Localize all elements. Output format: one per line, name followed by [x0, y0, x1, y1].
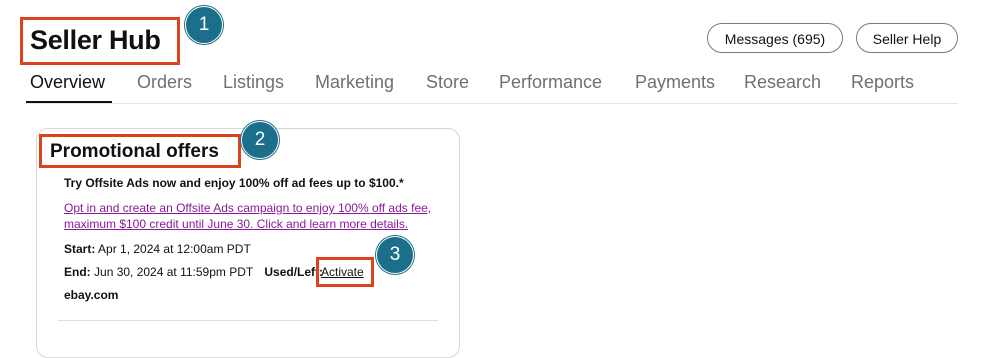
tabs-divider	[26, 103, 958, 104]
tab-store[interactable]: Store	[426, 72, 469, 93]
tab-research[interactable]: Research	[744, 72, 821, 93]
step-marker-3: 3	[376, 236, 414, 274]
tab-listings[interactable]: Listings	[223, 72, 284, 93]
highlight-box-card-title	[39, 134, 241, 168]
start-label: Start:	[64, 242, 96, 256]
end-row: End: Jun 30, 2024 at 11:59pm PDT Used/Le…	[64, 265, 323, 279]
tab-payments[interactable]: Payments	[635, 72, 715, 93]
offsite-ads-link-line-2[interactable]: maximum $100 credit until June 30. Click…	[64, 217, 408, 231]
start-row: Start: Apr 1, 2024 at 12:00am PDT	[64, 242, 251, 256]
promo-headline: Try Offsite Ads now and enjoy 100% off a…	[64, 176, 404, 190]
messages-button[interactable]: Messages (695)	[707, 23, 843, 53]
tab-overview[interactable]: Overview	[30, 72, 105, 93]
site-label: ebay.com	[64, 288, 119, 302]
step-marker-2: 2	[241, 121, 279, 159]
end-label: End:	[64, 265, 91, 279]
used-left-label: Used/Left:	[264, 265, 324, 279]
offsite-ads-link-line-1[interactable]: Opt in and create an Offsite Ads campaig…	[64, 201, 431, 215]
highlight-box-activate	[316, 257, 374, 287]
start-value: Apr 1, 2024 at 12:00am PDT	[98, 242, 251, 256]
seller-help-button[interactable]: Seller Help	[856, 23, 958, 53]
card-divider	[58, 320, 438, 321]
tab-marketing[interactable]: Marketing	[315, 72, 394, 93]
end-value: Jun 30, 2024 at 11:59pm PDT	[94, 265, 254, 279]
tab-reports[interactable]: Reports	[851, 72, 914, 93]
highlight-box-title	[20, 17, 180, 65]
step-marker-1: 1	[185, 6, 223, 44]
tab-orders[interactable]: Orders	[137, 72, 192, 93]
tab-performance[interactable]: Performance	[499, 72, 602, 93]
